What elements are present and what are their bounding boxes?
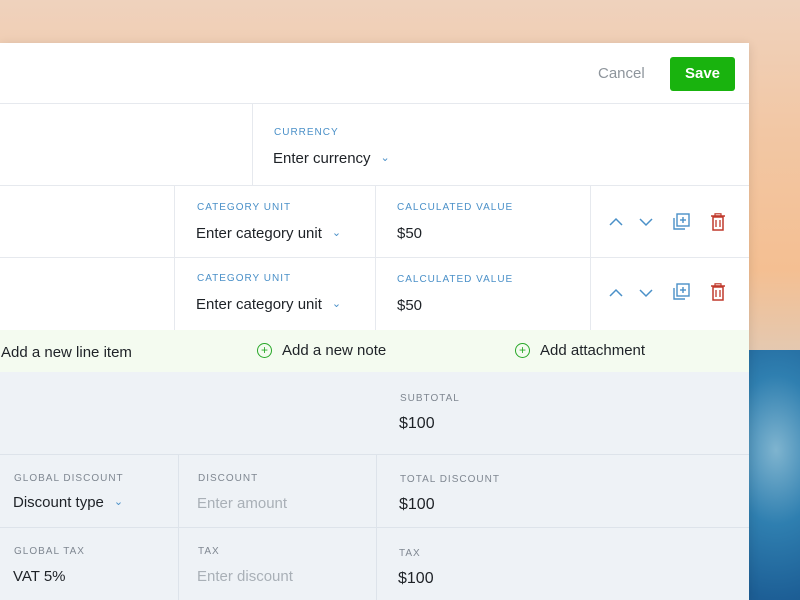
save-button[interactable]: Save xyxy=(670,57,735,91)
currency-value: Enter currency xyxy=(273,150,371,167)
move-down-icon[interactable] xyxy=(639,217,653,227)
duplicate-icon[interactable] xyxy=(673,283,691,301)
calculated-value-label: CALCULATED VALUE xyxy=(397,202,514,213)
duplicate-icon[interactable] xyxy=(673,213,691,231)
subtotal-label: SUBTOTAL xyxy=(400,393,460,404)
category-unit-select[interactable]: Enter category unit ⌄ xyxy=(196,296,341,313)
col-divider xyxy=(375,258,376,330)
category-unit-label: CATEGORY UNIT xyxy=(197,273,292,284)
header-divider xyxy=(0,103,749,104)
move-up-icon[interactable] xyxy=(609,288,623,298)
total-discount-value: $100 xyxy=(399,496,435,513)
col-divider xyxy=(174,258,175,330)
add-actions-bar: Add a new line item + Add a new note + Add… xyxy=(0,330,749,372)
tax-total-label: TAX xyxy=(399,548,421,559)
chevron-down-icon: ⌄ xyxy=(113,496,124,508)
category-unit-value: Enter category unit xyxy=(196,296,322,313)
trash-icon[interactable] xyxy=(710,213,726,231)
add-note-button[interactable]: + Add a new note xyxy=(257,342,386,359)
add-line-item-button[interactable]: Add a new line item xyxy=(1,344,132,361)
currency-divider xyxy=(252,104,253,185)
tax-amount-input[interactable]: Enter discount xyxy=(197,568,293,585)
col-divider xyxy=(375,186,376,257)
subtotal-value: $100 xyxy=(399,415,435,432)
discount-amount-input[interactable]: Enter amount xyxy=(197,495,287,512)
discount-type-value: Discount type xyxy=(13,494,104,511)
move-up-icon[interactable] xyxy=(609,217,623,227)
chevron-down-icon: ⌄ xyxy=(331,298,342,310)
trash-icon[interactable] xyxy=(710,283,726,301)
tax-total-value: $100 xyxy=(398,570,434,587)
chevron-down-icon: ⌄ xyxy=(331,227,342,239)
currency-label: CURRENCY xyxy=(274,127,339,138)
cancel-button[interactable]: Cancel xyxy=(598,65,645,82)
calculated-value-label: CALCULATED VALUE xyxy=(397,274,514,285)
totals-divider xyxy=(0,527,749,528)
calculated-value: $50 xyxy=(397,297,423,314)
global-tax-value[interactable]: VAT 5% xyxy=(13,568,66,585)
discount-type-select[interactable]: Discount type ⌄ xyxy=(13,494,123,511)
plus-circle-icon: + xyxy=(515,343,530,358)
col-divider xyxy=(174,186,175,257)
totals-section: SUBTOTAL $100 GLOBAL DISCOUNT Discount t… xyxy=(0,372,749,600)
add-attachment-button[interactable]: + Add attachment xyxy=(515,342,645,359)
add-attachment-label: Add attachment xyxy=(540,342,646,359)
category-unit-select[interactable]: Enter category unit ⌄ xyxy=(196,225,341,242)
global-tax-label: GLOBAL TAX xyxy=(14,546,85,557)
currency-select[interactable]: Enter currency ⌄ xyxy=(273,150,390,167)
move-down-icon[interactable] xyxy=(639,288,653,298)
category-unit-value: Enter category unit xyxy=(196,225,322,242)
add-note-label: Add a new note xyxy=(282,342,387,359)
chevron-down-icon: ⌄ xyxy=(380,152,390,164)
plus-circle-icon: + xyxy=(257,343,272,358)
tax-label: TAX xyxy=(198,546,220,557)
col-divider xyxy=(590,186,591,257)
category-unit-label: CATEGORY UNIT xyxy=(197,202,292,213)
calculated-value: $50 xyxy=(397,225,423,242)
invoice-panel: Cancel Save CURRENCY Enter currency ⌄ CAT… xyxy=(0,43,749,600)
global-discount-label: GLOBAL DISCOUNT xyxy=(14,473,124,484)
discount-label: DISCOUNT xyxy=(198,473,259,484)
col-divider xyxy=(590,258,591,330)
total-discount-label: TOTAL DISCOUNT xyxy=(400,474,500,485)
totals-divider xyxy=(0,454,749,455)
